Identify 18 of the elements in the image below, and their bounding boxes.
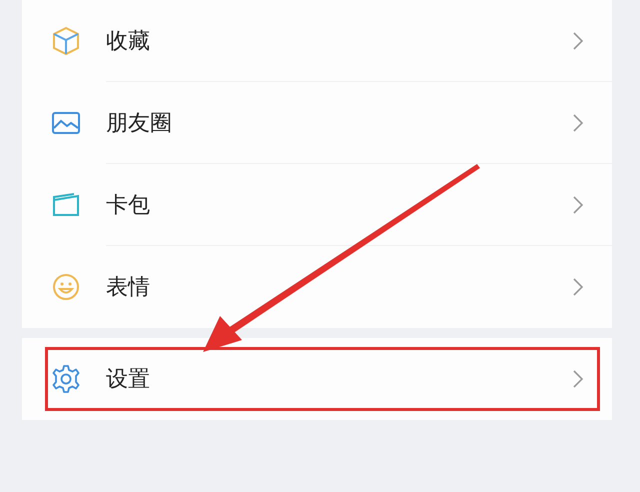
menu-item-label: 表情 [106,274,151,302]
cube-icon [50,25,82,57]
menu-item-label: 卡包 [106,192,151,220]
menu-item[interactable]: 收藏 [22,0,612,82]
chevron-icon [572,369,584,389]
menu-item[interactable]: 朋友圈 [22,82,612,164]
menu-item-label: 收藏 [106,28,151,56]
smiley-icon [50,271,82,303]
menu-item-label: 朋友圈 [106,110,173,138]
chevron-icon [572,195,584,215]
settings-item[interactable]: 设置 [22,338,612,420]
menu-item[interactable]: 表情 [22,246,612,328]
settings-icon [50,363,82,395]
chevron-icon [572,31,584,51]
menu-item[interactable]: 卡包 [22,164,612,246]
chevron-icon [572,113,584,133]
settings-label: 设置 [106,366,151,394]
chevron-icon [572,277,584,297]
